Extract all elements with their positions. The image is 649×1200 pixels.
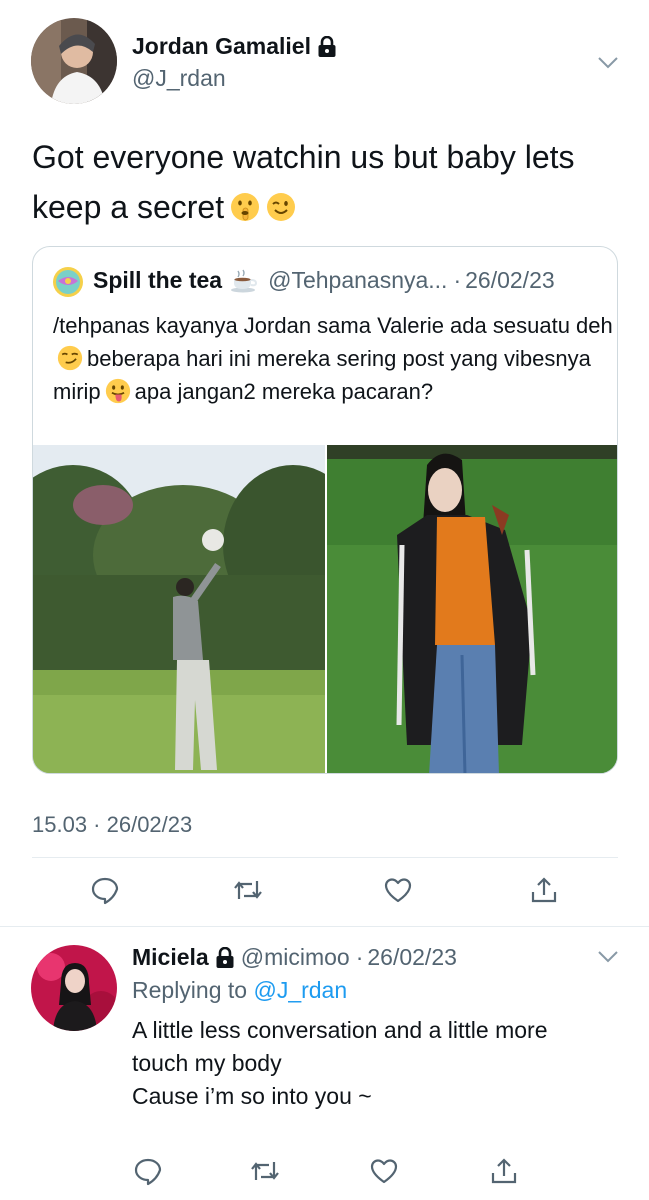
reply-header: Miciela @micimoo · 26/02/23 (132, 944, 457, 971)
hot-beverage-icon (231, 269, 258, 292)
quote-text: /tehpanas kayanya Jordan sama Valerie ad… (53, 309, 613, 408)
reply-author-handle[interactable]: @micimoo (241, 944, 350, 971)
share-icon (531, 877, 557, 903)
author-avatar[interactable] (31, 18, 117, 104)
reply-separator: · (355, 944, 364, 970)
section-divider (0, 926, 649, 927)
quote-photo-1[interactable] (33, 445, 325, 774)
lock-icon (318, 35, 336, 57)
winking-face-icon (267, 193, 296, 221)
reply-icon (91, 877, 119, 905)
replying-to: Replying to @J_rdan (132, 977, 347, 1004)
chevron-down-icon[interactable] (597, 56, 619, 70)
tweet-text: Got everyone watchin us but baby lets ke… (32, 132, 632, 232)
like-icon (370, 1159, 398, 1184)
face-with-tongue-icon (105, 378, 130, 404)
reply-text: A little less conversation and a little … (132, 1014, 632, 1113)
reply-date[interactable]: 26/02/23 (367, 944, 457, 971)
lock-icon (216, 946, 234, 968)
quote-author-avatar[interactable] (53, 267, 83, 297)
quote-photos[interactable] (33, 445, 618, 774)
quote-date[interactable]: 26/02/23 (465, 267, 555, 294)
reply-icon (134, 1158, 162, 1186)
quote-author-handle[interactable]: @Tehpanasnya... (268, 267, 447, 294)
share-icon (491, 1158, 517, 1184)
quote-photo-2[interactable] (327, 445, 618, 774)
reply-text-line: Cause i’m so into you ~ (132, 1083, 372, 1109)
divider (32, 857, 618, 858)
quote-author-name[interactable]: Spill the tea (93, 267, 222, 294)
reply-text-line: A little less conversation and a little … (132, 1017, 548, 1043)
reply-author-avatar[interactable] (31, 945, 117, 1031)
quote-header: Spill the tea @Tehpanasnya... · 26/02/23 (93, 267, 555, 294)
quote-separator: · (453, 267, 462, 293)
like-button[interactable] (381, 873, 415, 907)
chevron-down-icon[interactable] (597, 950, 619, 964)
retweet-button[interactable] (231, 873, 265, 907)
like-button[interactable] (367, 1154, 401, 1188)
tweet-timestamp[interactable]: 15.03 · 26/02/23 (32, 812, 192, 838)
retweet-icon (251, 1162, 279, 1180)
quote-text-part1: /tehpanas kayanya Jordan sama Valerie ad… (53, 313, 613, 338)
retweet-icon (234, 881, 262, 899)
like-icon (384, 878, 412, 903)
quoted-tweet-card[interactable]: Spill the tea @Tehpanasnya... · 26/02/23… (32, 246, 618, 774)
share-button[interactable] (487, 1154, 521, 1188)
replying-to-label: Replying to (132, 977, 248, 1003)
reply-button[interactable] (88, 873, 122, 907)
author-name-text[interactable]: Jordan Gamaliel (132, 33, 311, 60)
quote-text-part3: apa jangan2 mereka pacaran? (134, 379, 434, 404)
shushing-face-icon (231, 193, 260, 221)
smirking-face-icon (57, 345, 83, 371)
author-handle[interactable]: @J_rdan (132, 65, 226, 92)
reply-author-name[interactable]: Miciela (132, 944, 209, 971)
tweet-text-content: Got everyone watchin us but baby lets ke… (32, 139, 575, 225)
replying-to-mention[interactable]: @J_rdan (253, 977, 347, 1003)
reply-text-line: touch my body (132, 1050, 282, 1076)
retweet-button[interactable] (248, 1154, 282, 1188)
share-button[interactable] (527, 873, 561, 907)
reply-button[interactable] (131, 1154, 165, 1188)
author-name[interactable]: Jordan Gamaliel (132, 33, 337, 60)
